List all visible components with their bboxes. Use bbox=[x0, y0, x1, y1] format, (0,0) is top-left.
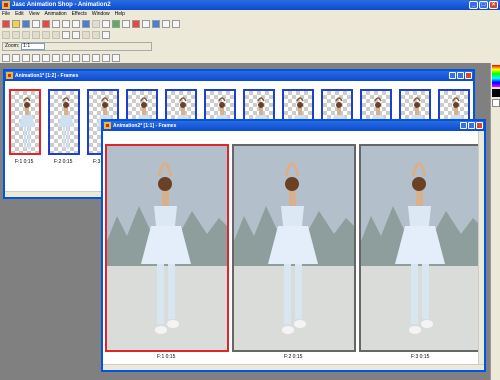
effect-icon[interactable] bbox=[132, 20, 140, 28]
frames-icon bbox=[6, 72, 13, 79]
zoom-label: Zoom: bbox=[5, 43, 20, 49]
open-icon[interactable] bbox=[12, 20, 20, 28]
dropper-tool-icon[interactable] bbox=[52, 53, 60, 62]
copy-icon[interactable] bbox=[52, 20, 60, 28]
animation2-minimize-button[interactable] bbox=[460, 122, 467, 129]
maximize-button[interactable]: □ bbox=[479, 1, 488, 9]
text-tool-icon[interactable] bbox=[92, 53, 100, 62]
select-tool-icon[interactable] bbox=[32, 53, 40, 62]
new-icon[interactable] bbox=[2, 20, 10, 28]
last-frame-icon[interactable] bbox=[52, 31, 60, 39]
menu-edit[interactable]: Edit bbox=[15, 10, 24, 18]
next-frame-icon[interactable] bbox=[42, 31, 50, 39]
app-title-bar: Jasc Animation Shop - Animation2 _ □ × bbox=[0, 0, 500, 10]
frame-label: F:2 0:15 bbox=[284, 354, 303, 360]
frame-nav-icon[interactable] bbox=[62, 31, 70, 39]
animation2-horizontal-scrollbar[interactable] bbox=[103, 364, 484, 370]
menu-view[interactable]: View bbox=[29, 10, 40, 18]
crop-tool-icon[interactable] bbox=[42, 53, 50, 62]
close-button[interactable]: × bbox=[489, 1, 498, 9]
tool-b-icon[interactable] bbox=[92, 31, 100, 39]
animation-frame[interactable] bbox=[359, 144, 483, 352]
move-tool-icon[interactable] bbox=[22, 53, 30, 62]
animation2-frame-area[interactable]: F:1 0:15 F:2 0:15 F:3 0:15 bbox=[103, 131, 484, 370]
dancer-figure bbox=[19, 97, 35, 149]
zoom-toolbar: Zoom: 1:1 bbox=[0, 40, 500, 52]
menu-effects[interactable]: Effects bbox=[72, 10, 87, 18]
zoom-value: 1:1 bbox=[23, 43, 31, 49]
animation2-window[interactable]: Animation2* [1:1] - Frames F:1 0:15 F:2 0… bbox=[101, 119, 486, 372]
paste-icon[interactable] bbox=[62, 20, 70, 28]
frame-label: F:2 0:15 bbox=[54, 159, 73, 165]
animation1-minimize-button[interactable] bbox=[449, 72, 456, 79]
animation2-vertical-scrollbar[interactable] bbox=[478, 131, 484, 364]
optimize-icon[interactable] bbox=[112, 20, 120, 28]
cut-icon[interactable] bbox=[42, 20, 50, 28]
animation1-maximize-button[interactable] bbox=[457, 72, 464, 79]
arrow-tool-icon[interactable] bbox=[2, 53, 10, 62]
paintbrush-tool-icon[interactable] bbox=[62, 53, 70, 62]
frame-thumbnail[interactable] bbox=[48, 89, 80, 155]
delete-icon[interactable] bbox=[72, 20, 80, 28]
animation1-title: Animation1* [1:2] - Frames bbox=[15, 73, 79, 79]
animation-shop-icon bbox=[2, 1, 10, 9]
menu-animation[interactable]: Animation bbox=[44, 10, 66, 18]
color-palette[interactable] bbox=[490, 63, 500, 380]
line-tool-icon[interactable] bbox=[102, 53, 110, 62]
view-animation-icon[interactable] bbox=[152, 20, 160, 28]
menu-file[interactable]: File bbox=[2, 10, 10, 18]
frame-thumbnail[interactable] bbox=[9, 89, 41, 155]
frame-label: F:3 0:15 bbox=[411, 354, 430, 360]
frame-label: F:1 0:15 bbox=[15, 159, 34, 165]
previous-frame-icon[interactable] bbox=[12, 31, 20, 39]
tools-toolbar bbox=[0, 52, 500, 63]
stop-icon[interactable] bbox=[32, 31, 40, 39]
animation-frame[interactable] bbox=[105, 144, 229, 352]
dancer-figure bbox=[58, 97, 74, 149]
frame-label: F:3 bbox=[93, 159, 101, 165]
shape-tool-icon[interactable] bbox=[112, 53, 120, 62]
zoom-tool-icon[interactable] bbox=[12, 53, 20, 62]
tool-c-icon[interactable] bbox=[102, 31, 110, 39]
minimize-button[interactable]: _ bbox=[469, 1, 478, 9]
app-title: Jasc Animation Shop - Animation2 bbox=[12, 2, 111, 8]
play-icon[interactable] bbox=[22, 31, 30, 39]
fill-tool-icon[interactable] bbox=[82, 53, 90, 62]
banner-icon[interactable] bbox=[142, 20, 150, 28]
animation2-maximize-button[interactable] bbox=[468, 122, 475, 129]
frames-icon bbox=[104, 122, 111, 129]
menu-bar: File Edit View Animation Effects Window … bbox=[0, 10, 500, 18]
standard-toolbar bbox=[0, 18, 500, 30]
eraser-tool-icon[interactable] bbox=[72, 53, 80, 62]
animation-frame[interactable] bbox=[232, 144, 356, 352]
animation2-close-button[interactable] bbox=[476, 122, 483, 129]
redo-icon[interactable] bbox=[92, 20, 100, 28]
zoom-select[interactable]: 1:1 bbox=[21, 42, 46, 50]
loop-icon[interactable] bbox=[72, 31, 80, 39]
tool-a-icon[interactable] bbox=[82, 31, 90, 39]
properties-icon[interactable] bbox=[162, 20, 170, 28]
dancer-on-ice-image bbox=[234, 146, 354, 350]
save-icon[interactable] bbox=[22, 20, 30, 28]
transition-icon[interactable] bbox=[122, 20, 130, 28]
dancer-on-ice-image bbox=[107, 146, 227, 350]
animation2-title-bar[interactable]: Animation2* [1:1] - Frames bbox=[103, 121, 484, 131]
animation2-title: Animation2* [1:1] - Frames bbox=[113, 123, 177, 129]
help-icon[interactable] bbox=[172, 20, 180, 28]
palette-swatch[interactable] bbox=[492, 65, 500, 87]
zoom-control: Zoom: 1:1 bbox=[2, 41, 152, 51]
print-icon[interactable] bbox=[32, 20, 40, 28]
menu-window[interactable]: Window bbox=[92, 10, 110, 18]
frame-label: F:1 0:15 bbox=[157, 354, 176, 360]
vcr-toolbar bbox=[0, 30, 500, 40]
animation1-close-button[interactable] bbox=[465, 72, 472, 79]
animation1-title-bar[interactable]: Animation1* [1:2] - Frames bbox=[5, 71, 473, 81]
insert-frame-icon[interactable] bbox=[102, 20, 110, 28]
undo-icon[interactable] bbox=[82, 20, 90, 28]
foreground-color-swatch[interactable] bbox=[492, 89, 500, 97]
menu-help[interactable]: Help bbox=[115, 10, 125, 18]
dancer-on-ice-image bbox=[361, 146, 481, 350]
first-frame-icon[interactable] bbox=[2, 31, 10, 39]
background-color-swatch[interactable] bbox=[492, 99, 500, 107]
